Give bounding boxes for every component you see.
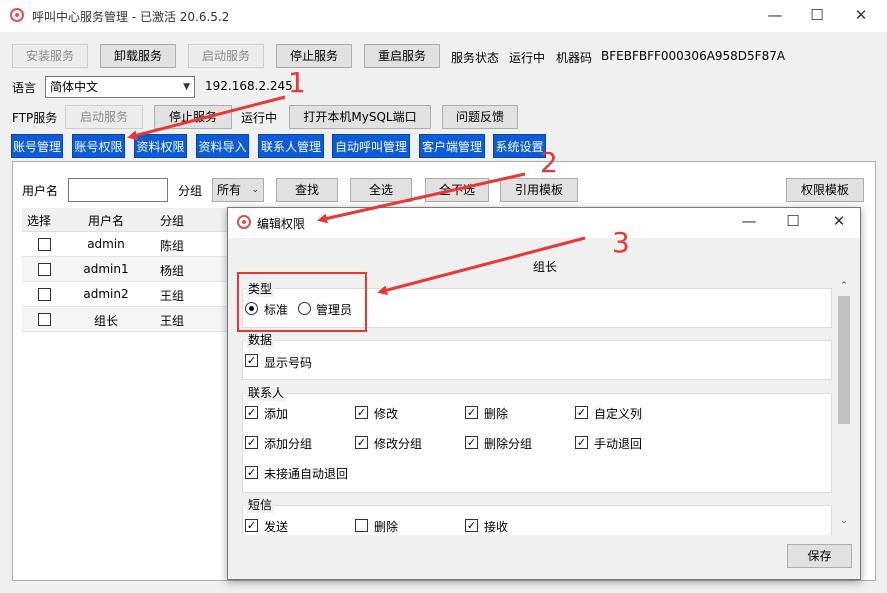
arrow-3 — [377, 236, 586, 296]
annotation-arrows — [127, 95, 586, 296]
arrow-2 — [317, 172, 526, 224]
annotation-step-3: 3 — [612, 226, 630, 259]
arrow-1 — [127, 95, 286, 141]
annotation-step-2: 2 — [540, 146, 558, 179]
annotation-step-1: 1 — [288, 66, 306, 99]
